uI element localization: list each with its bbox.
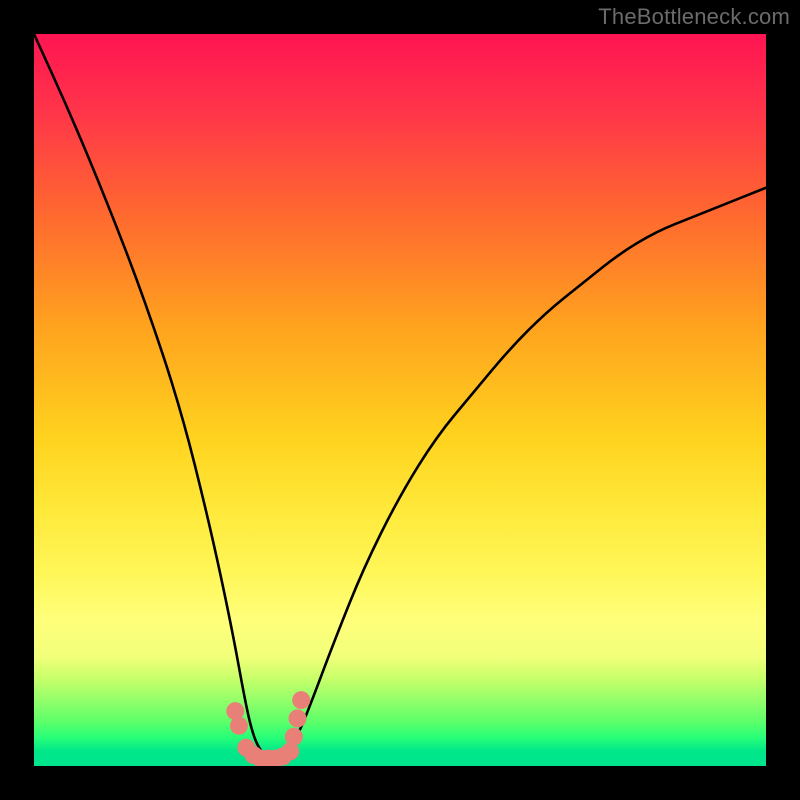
chart-svg <box>34 34 766 766</box>
bottleneck-curve-path <box>34 34 766 759</box>
marker-dot <box>230 717 248 735</box>
chart-plot-area <box>34 34 766 766</box>
marker-dot <box>292 691 310 709</box>
marker-dot <box>289 709 307 727</box>
marker-dots-group <box>226 691 310 766</box>
watermark-text: TheBottleneck.com <box>598 4 790 30</box>
marker-dot <box>285 728 303 746</box>
chart-frame: TheBottleneck.com <box>0 0 800 800</box>
